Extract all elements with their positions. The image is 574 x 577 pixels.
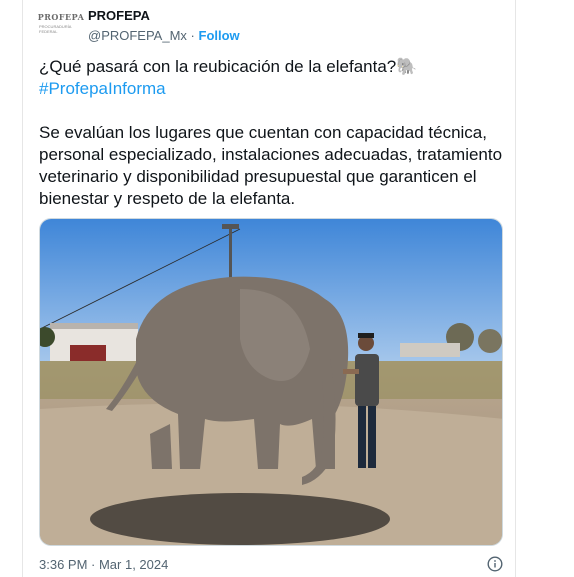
handle-separator: ·: [190, 28, 195, 43]
account-handle-row: @PROFEPA_Mx · Follow: [88, 28, 240, 44]
follow-button[interactable]: Follow: [199, 28, 240, 43]
hashtag-link[interactable]: #ProfepaInforma: [39, 79, 166, 98]
info-icon[interactable]: [487, 556, 503, 572]
account-identity: PROFEPA @PROFEPA_Mx · Follow: [88, 8, 240, 44]
tweet-paragraph: Se evalúan los lugares que cuentan con c…: [39, 123, 503, 208]
avatar-logo-text: PROFEPA: [37, 12, 85, 22]
tweet-question-line: ¿Qué pasará con la reubicación de la ele…: [39, 56, 509, 78]
avatar[interactable]: PROFEPA PROCURADURÍA FEDERAL: [37, 12, 85, 34]
avatar-logo-subtext: PROCURADURÍA FEDERAL: [39, 24, 72, 34]
account-name[interactable]: PROFEPA: [88, 8, 240, 23]
tweet-timestamp[interactable]: 3:36 PM · Mar 1, 2024: [39, 557, 168, 572]
tweet-footer: 3:36 PM · Mar 1, 2024: [39, 556, 503, 572]
account-handle[interactable]: @PROFEPA_Mx: [88, 28, 187, 43]
elephant-emoji-icon: 🐘: [396, 57, 418, 76]
tweet-card: PROFEPA PROCURADURÍA FEDERAL PROFEPA @PR…: [22, 0, 516, 577]
tweet-question: ¿Qué pasará con la reubicación de la ele…: [39, 57, 397, 76]
tweet-header: PROFEPA PROCURADURÍA FEDERAL PROFEPA @PR…: [37, 8, 240, 48]
tweet-text: ¿Qué pasará con la reubicación de la ele…: [39, 56, 509, 210]
elephant-photo-icon: [40, 219, 502, 545]
tweet-photo[interactable]: [39, 218, 503, 546]
